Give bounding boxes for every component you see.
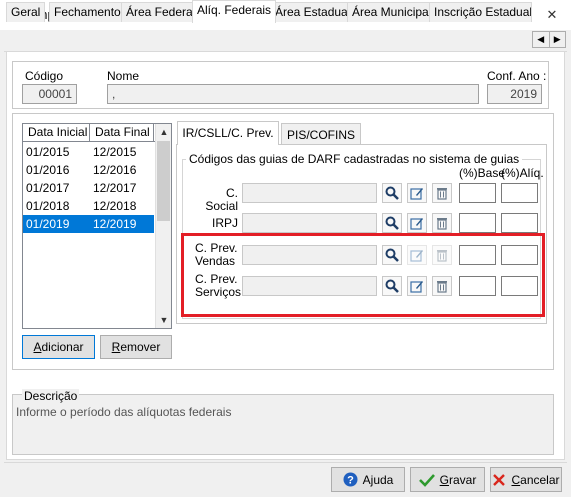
add-period-button[interactable]: Adicionar	[22, 335, 95, 359]
irpj-base-input[interactable]	[459, 213, 496, 233]
help-button[interactable]: ? Ajuda	[331, 467, 405, 492]
tab-scroll-arrows[interactable]: ◀ ▶	[532, 31, 566, 48]
footer-separator	[4, 462, 567, 463]
save-label: Gravar	[439, 472, 477, 487]
conf-ano-label: Conf. Ano :	[487, 69, 547, 83]
period-grid-header: Data Inicial Data Final	[23, 124, 171, 142]
scrollbar-thumb[interactable]	[157, 141, 170, 221]
irpj-label: IRPJ	[211, 216, 238, 230]
scroll-down-icon[interactable]: ▼	[156, 312, 172, 328]
cell-data-final: 12/2018	[93, 199, 137, 213]
tab-area-estadual[interactable]: Área Estadual	[270, 2, 356, 22]
save-button[interactable]: Gravar	[410, 467, 485, 492]
tab-area-municipal[interactable]: Área Municipal	[347, 2, 437, 22]
search-icon	[385, 216, 399, 230]
cell-data-final: 12/2015	[93, 145, 137, 159]
cell-data-inicial: 01/2015	[26, 145, 70, 159]
table-row[interactable]: 01/2015 12/2015	[23, 143, 154, 161]
conf-ano-field: 2019	[487, 84, 542, 104]
add-button-label: dicionar	[41, 340, 84, 354]
trash-icon	[437, 188, 447, 200]
irpj-search-button[interactable]	[382, 213, 402, 233]
base-header: (%)Base	[459, 166, 506, 180]
irpj-edit-button[interactable]	[407, 213, 427, 233]
description-text: Informe o período das alíquotas federais	[16, 405, 232, 419]
close-button[interactable]: ✕	[541, 3, 563, 27]
cancel-label: Cancelar	[511, 472, 560, 487]
table-row-selected[interactable]: 01/2019 12/2019	[23, 215, 154, 233]
tab-ir-csll-cprev[interactable]: IR/CSLL/C. Prev.	[177, 121, 279, 145]
search-icon	[385, 186, 399, 200]
description-box	[12, 394, 554, 455]
column-data-inicial[interactable]: Data Inicial	[23, 124, 90, 142]
column-data-final[interactable]: Data Final	[90, 124, 154, 142]
highlight-box	[181, 233, 545, 317]
svg-text:?: ?	[347, 475, 354, 487]
tab-scroll-left-icon[interactable]: ◀	[533, 32, 549, 47]
cell-data-inicial: 01/2017	[26, 181, 70, 195]
tab-strip	[4, 30, 567, 52]
irpj-darf-field	[242, 213, 377, 233]
c-social-aliq-input[interactable]	[501, 183, 538, 203]
irpj-aliq-input[interactable]	[501, 213, 538, 233]
irpj-delete-button[interactable]	[432, 213, 452, 233]
cell-data-final: 12/2016	[93, 163, 137, 177]
tab-aliq-federais[interactable]: Alíq. Federais	[192, 0, 277, 23]
tab-fechamento[interactable]: Fechamento	[49, 2, 126, 22]
c-social-search-button[interactable]	[382, 183, 402, 203]
cancel-button[interactable]: Cancelar	[490, 467, 562, 492]
remove-button-label: emover	[120, 340, 161, 354]
help-label: Ajuda	[362, 472, 394, 487]
nome-label: Nome	[107, 69, 140, 83]
cell-data-inicial: 01/2016	[26, 163, 70, 177]
trash-icon	[437, 218, 447, 230]
c-social-label: C. Social	[205, 186, 238, 213]
table-row[interactable]: 01/2018 12/2018	[23, 197, 154, 215]
nome-field: ,	[107, 84, 479, 104]
tab-inscricao-estadual[interactable]: Inscrição Estadual S	[429, 2, 532, 22]
tab-pis-cofins[interactable]: PIS/COFINS	[281, 123, 361, 145]
period-grid-scrollbar[interactable]: ▲ ▼	[155, 124, 171, 328]
remove-period-button[interactable]: Remover	[100, 335, 172, 359]
cell-data-inicial: 01/2018	[26, 199, 70, 213]
tab-area-federal[interactable]: Área Federal	[121, 2, 201, 22]
table-row[interactable]: 01/2017 12/2017	[23, 179, 154, 197]
close-x-icon	[493, 473, 506, 486]
table-row[interactable]: 01/2016 12/2016	[23, 161, 154, 179]
cell-data-inicial: 01/2019	[26, 217, 70, 231]
c-social-delete-button[interactable]	[432, 183, 452, 203]
codigo-field: 00001	[22, 84, 77, 104]
period-grid[interactable]: Data Inicial Data Final 01/2015 12/2015 …	[22, 123, 172, 329]
tab-scroll-right-icon[interactable]: ▶	[548, 32, 566, 47]
scroll-up-icon[interactable]: ▲	[156, 124, 172, 140]
edit-icon	[410, 188, 423, 200]
aliq-header: (%)Alíq.	[501, 166, 544, 180]
description-title: Descrição	[22, 389, 80, 403]
codigo-label: Código	[25, 69, 64, 83]
cell-data-final: 12/2017	[93, 181, 137, 195]
tab-geral[interactable]: Geral	[6, 2, 46, 22]
cell-data-final: 12/2019	[93, 217, 137, 231]
edit-icon	[410, 218, 423, 230]
help-icon: ?	[343, 472, 358, 487]
c-social-base-input[interactable]	[459, 183, 496, 203]
darf-group-title: Códigos das guias de DARF cadastradas no…	[186, 152, 523, 166]
c-social-darf-field	[242, 183, 377, 203]
c-social-edit-button[interactable]	[407, 183, 427, 203]
checkmark-icon	[418, 473, 435, 487]
